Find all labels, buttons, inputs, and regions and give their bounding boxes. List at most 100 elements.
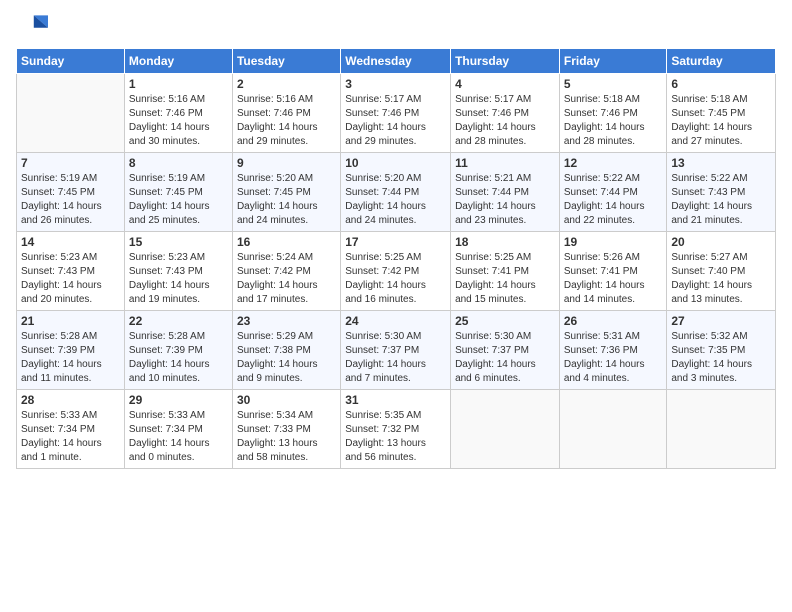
calendar-cell: 3 Sunrise: 5:17 AM Sunset: 7:46 PM Daylig…	[341, 74, 451, 153]
calendar-cell: 23Sunrise: 5:29 AM Sunset: 7:38 PM Dayli…	[232, 311, 340, 390]
calendar-header-saturday: Saturday	[667, 49, 776, 74]
calendar-cell	[451, 390, 560, 469]
day-info: Sunrise: 5:17 AM Sunset: 7:46 PM Dayligh…	[455, 93, 555, 149]
day-info: Sunrise: 5:23 AM Sunset: 7:43 PM Dayligh…	[21, 251, 120, 307]
day-number: 26	[564, 314, 663, 328]
calendar-header-wednesday: Wednesday	[341, 49, 451, 74]
day-number: 10	[345, 156, 446, 170]
calendar-week-2: 14Sunrise: 5:23 AM Sunset: 7:43 PM Dayli…	[17, 232, 776, 311]
calendar-header-friday: Friday	[559, 49, 667, 74]
calendar-week-3: 21 Sunrise: 5:28 AM Sunset: 7:39 PM Dayli…	[17, 311, 776, 390]
day-info: Sunrise: 5:33 AM Sunset: 7:34 PM Dayligh…	[129, 409, 228, 465]
day-info: Sunrise: 5:25 AM Sunset: 7:41 PM Dayligh…	[455, 251, 555, 307]
day-number: 15	[129, 235, 228, 249]
calendar-cell: 31 Sunrise: 5:35 AM Sunset: 7:32 PM Dayli…	[341, 390, 451, 469]
calendar-cell: 13 Sunrise: 5:22 AM Sunset: 7:43 PM Dayli…	[667, 153, 776, 232]
day-number: 30	[237, 393, 336, 407]
day-info: Sunrise: 5:28 AM Sunset: 7:39 PM Dayligh…	[129, 330, 228, 386]
calendar-header-thursday: Thursday	[451, 49, 560, 74]
day-number: 17	[345, 235, 446, 249]
day-number: 18	[455, 235, 555, 249]
day-number: 3	[345, 77, 446, 91]
calendar-cell: 26 Sunrise: 5:31 AM Sunset: 7:36 PM Dayli…	[559, 311, 667, 390]
calendar-cell	[667, 390, 776, 469]
calendar-header-monday: Monday	[124, 49, 232, 74]
calendar-cell: 14Sunrise: 5:23 AM Sunset: 7:43 PM Dayli…	[17, 232, 125, 311]
day-info: Sunrise: 5:18 AM Sunset: 7:46 PM Dayligh…	[564, 93, 663, 149]
day-info: Sunrise: 5:17 AM Sunset: 7:46 PM Dayligh…	[345, 93, 446, 149]
calendar-cell: 9 Sunrise: 5:20 AM Sunset: 7:45 PM Daylig…	[232, 153, 340, 232]
day-number: 28	[21, 393, 120, 407]
day-info: Sunrise: 5:28 AM Sunset: 7:39 PM Dayligh…	[21, 330, 120, 386]
day-info: Sunrise: 5:26 AM Sunset: 7:41 PM Dayligh…	[564, 251, 663, 307]
day-number: 6	[671, 77, 771, 91]
calendar-body: 1 Sunrise: 5:16 AM Sunset: 7:46 PM Daylig…	[17, 74, 776, 469]
day-number: 5	[564, 77, 663, 91]
day-number: 23	[237, 314, 336, 328]
calendar-cell: 10Sunrise: 5:20 AM Sunset: 7:44 PM Dayli…	[341, 153, 451, 232]
day-info: Sunrise: 5:30 AM Sunset: 7:37 PM Dayligh…	[345, 330, 446, 386]
logo	[16, 10, 52, 42]
calendar-cell: 2 Sunrise: 5:16 AM Sunset: 7:46 PM Daylig…	[232, 74, 340, 153]
day-number: 16	[237, 235, 336, 249]
calendar-cell: 21 Sunrise: 5:28 AM Sunset: 7:39 PM Dayli…	[17, 311, 125, 390]
calendar-cell	[17, 74, 125, 153]
day-info: Sunrise: 5:20 AM Sunset: 7:45 PM Dayligh…	[237, 172, 336, 228]
calendar-cell: 22 Sunrise: 5:28 AM Sunset: 7:39 PM Dayli…	[124, 311, 232, 390]
day-info: Sunrise: 5:24 AM Sunset: 7:42 PM Dayligh…	[237, 251, 336, 307]
day-info: Sunrise: 5:35 AM Sunset: 7:32 PM Dayligh…	[345, 409, 446, 465]
day-info: Sunrise: 5:30 AM Sunset: 7:37 PM Dayligh…	[455, 330, 555, 386]
day-info: Sunrise: 5:16 AM Sunset: 7:46 PM Dayligh…	[237, 93, 336, 149]
day-number: 13	[671, 156, 771, 170]
day-number: 20	[671, 235, 771, 249]
day-info: Sunrise: 5:22 AM Sunset: 7:44 PM Dayligh…	[564, 172, 663, 228]
calendar-cell: 18 Sunrise: 5:25 AM Sunset: 7:41 PM Dayli…	[451, 232, 560, 311]
day-info: Sunrise: 5:33 AM Sunset: 7:34 PM Dayligh…	[21, 409, 120, 465]
calendar-cell: 7Sunrise: 5:19 AM Sunset: 7:45 PM Daylig…	[17, 153, 125, 232]
calendar-cell: 30Sunrise: 5:34 AM Sunset: 7:33 PM Dayli…	[232, 390, 340, 469]
calendar-cell: 27 Sunrise: 5:32 AM Sunset: 7:35 PM Dayli…	[667, 311, 776, 390]
day-info: Sunrise: 5:18 AM Sunset: 7:45 PM Dayligh…	[671, 93, 771, 149]
calendar-cell: 20 Sunrise: 5:27 AM Sunset: 7:40 PM Dayli…	[667, 232, 776, 311]
calendar-cell: 29Sunrise: 5:33 AM Sunset: 7:34 PM Dayli…	[124, 390, 232, 469]
day-number: 1	[129, 77, 228, 91]
calendar-cell: 17Sunrise: 5:25 AM Sunset: 7:42 PM Dayli…	[341, 232, 451, 311]
calendar-cell: 16 Sunrise: 5:24 AM Sunset: 7:42 PM Dayli…	[232, 232, 340, 311]
day-number: 7	[21, 156, 120, 170]
day-info: Sunrise: 5:27 AM Sunset: 7:40 PM Dayligh…	[671, 251, 771, 307]
calendar-week-4: 28 Sunrise: 5:33 AM Sunset: 7:34 PM Dayli…	[17, 390, 776, 469]
day-number: 25	[455, 314, 555, 328]
calendar-cell: 19 Sunrise: 5:26 AM Sunset: 7:41 PM Dayli…	[559, 232, 667, 311]
day-number: 21	[21, 314, 120, 328]
calendar-cell	[559, 390, 667, 469]
calendar-cell: 4 Sunrise: 5:17 AM Sunset: 7:46 PM Daylig…	[451, 74, 560, 153]
calendar-cell: 12Sunrise: 5:22 AM Sunset: 7:44 PM Dayli…	[559, 153, 667, 232]
calendar-cell: 5 Sunrise: 5:18 AM Sunset: 7:46 PM Daylig…	[559, 74, 667, 153]
calendar-header-sunday: Sunday	[17, 49, 125, 74]
calendar-cell: 25 Sunrise: 5:30 AM Sunset: 7:37 PM Dayli…	[451, 311, 560, 390]
day-info: Sunrise: 5:16 AM Sunset: 7:46 PM Dayligh…	[129, 93, 228, 149]
day-number: 9	[237, 156, 336, 170]
day-info: Sunrise: 5:19 AM Sunset: 7:45 PM Dayligh…	[129, 172, 228, 228]
calendar-cell: 6 Sunrise: 5:18 AM Sunset: 7:45 PM Daylig…	[667, 74, 776, 153]
day-number: 19	[564, 235, 663, 249]
day-info: Sunrise: 5:23 AM Sunset: 7:43 PM Dayligh…	[129, 251, 228, 307]
calendar-cell: 28 Sunrise: 5:33 AM Sunset: 7:34 PM Dayli…	[17, 390, 125, 469]
logo-icon	[16, 10, 48, 42]
day-info: Sunrise: 5:32 AM Sunset: 7:35 PM Dayligh…	[671, 330, 771, 386]
day-number: 31	[345, 393, 446, 407]
calendar-header-row: SundayMondayTuesdayWednesdayThursdayFrid…	[17, 49, 776, 74]
calendar-cell: 8Sunrise: 5:19 AM Sunset: 7:45 PM Daylig…	[124, 153, 232, 232]
calendar: SundayMondayTuesdayWednesdayThursdayFrid…	[16, 48, 776, 469]
day-number: 2	[237, 77, 336, 91]
calendar-cell: 1 Sunrise: 5:16 AM Sunset: 7:46 PM Daylig…	[124, 74, 232, 153]
day-info: Sunrise: 5:21 AM Sunset: 7:44 PM Dayligh…	[455, 172, 555, 228]
day-info: Sunrise: 5:31 AM Sunset: 7:36 PM Dayligh…	[564, 330, 663, 386]
day-info: Sunrise: 5:22 AM Sunset: 7:43 PM Dayligh…	[671, 172, 771, 228]
day-number: 4	[455, 77, 555, 91]
day-number: 22	[129, 314, 228, 328]
calendar-cell: 11Sunrise: 5:21 AM Sunset: 7:44 PM Dayli…	[451, 153, 560, 232]
calendar-cell: 15 Sunrise: 5:23 AM Sunset: 7:43 PM Dayli…	[124, 232, 232, 311]
calendar-header-tuesday: Tuesday	[232, 49, 340, 74]
day-number: 27	[671, 314, 771, 328]
